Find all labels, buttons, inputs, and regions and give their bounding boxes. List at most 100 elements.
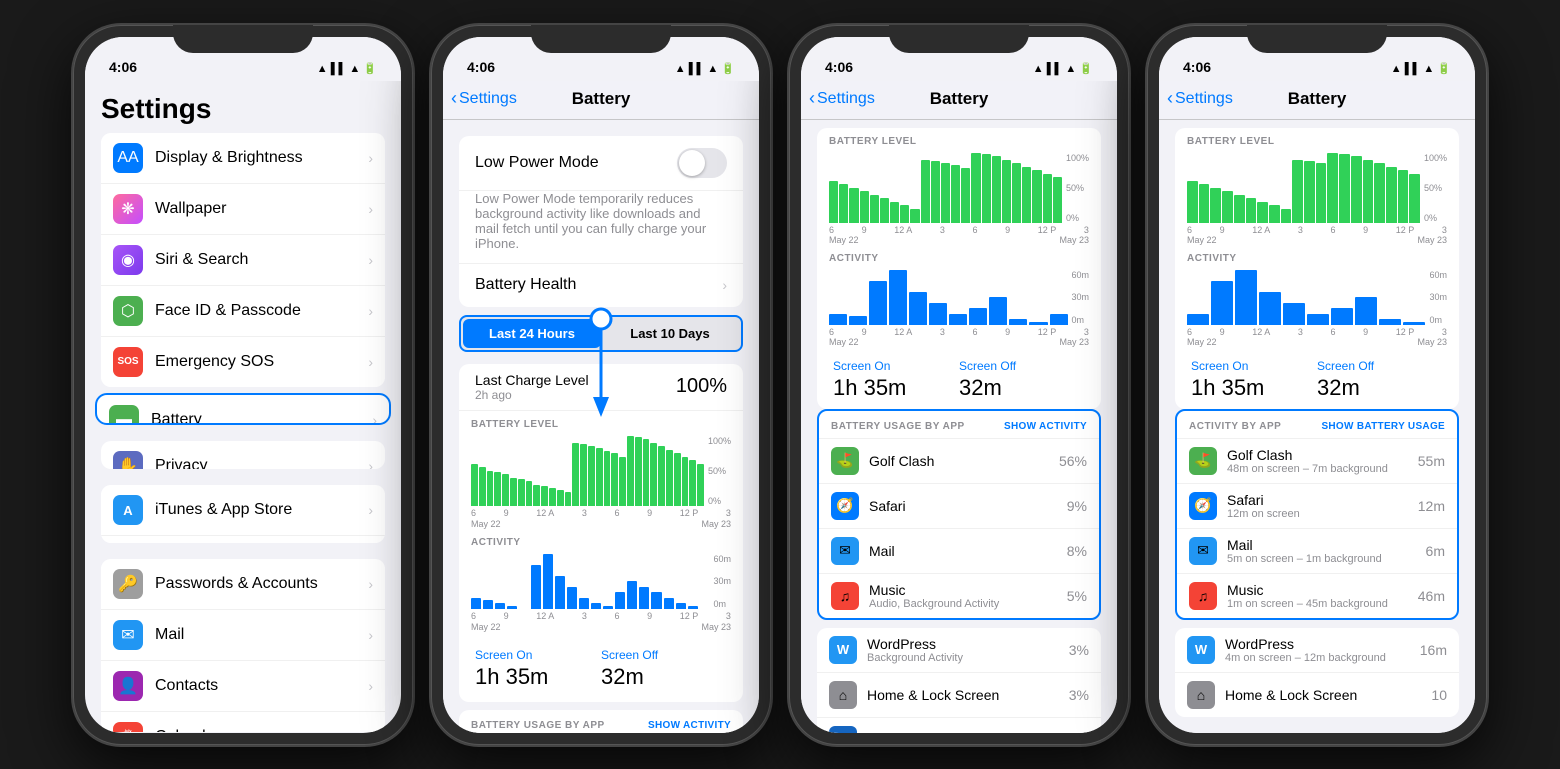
back-button-3[interactable]: ‹ Settings (809, 88, 875, 109)
act-bar (531, 565, 541, 609)
appstore-group: A iTunes & App Store › ◼ Wallet & Apple … (101, 485, 385, 542)
bar (487, 471, 494, 506)
usage-action[interactable]: SHOW ACTIVITY (648, 720, 731, 731)
settings-row-display[interactable]: AA Display & Brightness › (101, 133, 385, 184)
nav-bar-4: ‹ Settings Battery (1159, 81, 1475, 120)
settings-row-contacts[interactable]: 👤 Contacts › (101, 661, 385, 712)
iphone-4: 4:06 ▲ ▌▌ ▲ 🔋 ‹ Settings Battery BATTERY… (1147, 25, 1487, 745)
screen-off-stat: Screen Off 32m (601, 648, 727, 690)
screen-on-stat: Screen On 1h 35m (475, 648, 601, 690)
activity-chart (471, 554, 709, 609)
status-time-3: 4:06 (825, 59, 853, 75)
screen-off-value: 32m (601, 664, 727, 690)
act-row-mail[interactable]: ✉ Mail 5m on screen – 1m background 6m (1177, 529, 1457, 574)
settings-title: Settings (85, 81, 401, 133)
bar (689, 460, 696, 506)
tab-10d[interactable]: Last 10 Days (601, 319, 739, 348)
bar (494, 472, 501, 506)
act-music-icon: ♫ (1189, 582, 1217, 610)
activity-y-axis: 60m 30m 0m (709, 554, 731, 609)
act-row-golf[interactable]: ⛳ Golf Clash 48m on screen – 7m backgrou… (1177, 439, 1457, 484)
wallpaper-icon: ❋ (113, 194, 143, 224)
homelock-icon: ⌂ (829, 681, 857, 709)
usage-header: BATTERY USAGE BY APP SHOW ACTIVITY (459, 710, 743, 733)
battery-chart-label: BATTERY LEVEL (471, 419, 731, 430)
battery-highlighted-row[interactable]: ▬ Battery › (95, 393, 391, 425)
settings-row-wallpaper[interactable]: ❋ Wallpaper › (101, 184, 385, 235)
battery-label: Battery (151, 411, 368, 425)
settings-row-privacy[interactable]: ✋ Privacy › (101, 441, 385, 469)
app-row-music[interactable]: ♫ Music Audio, Background Activity 5% (819, 574, 1099, 618)
settings-row-siri[interactable]: ◉ Siri & Search › (101, 235, 385, 286)
bar (666, 450, 673, 506)
act-wordpress-icon: W (1187, 636, 1215, 664)
nav-title-2: Battery (572, 89, 631, 109)
low-power-row[interactable]: Low Power Mode (459, 136, 743, 191)
settings-row-wallet[interactable]: ◼ Wallet & Apple Pay › (101, 536, 385, 542)
low-power-label: Low Power Mode (475, 154, 599, 172)
settings-row-faceid[interactable]: ⬡ Face ID & Passcode › (101, 286, 385, 337)
activity-by-app-section: ACTIVITY BY APP SHOW BATTERY USAGE ⛳ Gol… (1175, 409, 1459, 620)
battery-health-row[interactable]: Battery Health › (459, 263, 743, 307)
bar (549, 488, 556, 506)
app-row-mail[interactable]: ✉ Mail 8% (819, 529, 1099, 574)
tab-selector: Last 24 Hours Last 10 Days (459, 315, 743, 352)
act-row-safari[interactable]: 🧭 Safari 12m on screen 12m (1177, 484, 1457, 529)
nav-title-3: Battery (930, 89, 989, 109)
privacy-icon: ✋ (113, 451, 143, 469)
back-button-4[interactable]: ‹ Settings (1167, 88, 1233, 109)
show-activity-btn[interactable]: SHOW ACTIVITY (1004, 421, 1087, 432)
bar (518, 479, 525, 506)
settings-row-calendar[interactable]: 📅 Calendar › (101, 712, 385, 733)
act-row-homelock[interactable]: ⌂ Home & Lock Screen 10 (1175, 673, 1459, 717)
contacts-label: Contacts (155, 677, 364, 695)
notch-4 (1247, 25, 1387, 53)
screen-3: 4:06 ▲ ▌▌ ▲ 🔋 ‹ Settings Battery BATTERY… (801, 37, 1117, 733)
bar (650, 443, 657, 506)
act-bar (639, 587, 649, 609)
nav-bar-2: ‹ Settings Battery (443, 81, 759, 120)
settings-row-mail[interactable]: ✉ Mail › (101, 610, 385, 661)
battery-health-chevron: › (722, 277, 727, 293)
act-bar (543, 554, 553, 609)
act-bar (567, 587, 577, 609)
low-power-section: Low Power Mode Low Power Mode temporaril… (459, 136, 743, 307)
back-button-2[interactable]: ‹ Settings (451, 88, 517, 109)
act-row-music[interactable]: ♫ Music 1m on screen – 45m background 46… (1177, 574, 1457, 618)
act-bar (555, 576, 565, 609)
appstore-icon: A (113, 495, 143, 525)
iphone-3: 4:06 ▲ ▌▌ ▲ 🔋 ‹ Settings Battery BATTERY… (789, 25, 1129, 745)
chart-flex-3: 100%50%0% (829, 153, 1089, 223)
bar (643, 439, 650, 506)
mail-label: Mail (155, 626, 364, 644)
settings-row-passwords[interactable]: 🔑 Passwords & Accounts › (101, 559, 385, 610)
activity-label: ACTIVITY (471, 537, 731, 548)
app-row-safari[interactable]: 🧭 Safari 9% (819, 484, 1099, 529)
tab-24h[interactable]: Last 24 Hours (463, 319, 601, 348)
app-row-golf[interactable]: ⛳ Golf Clash 56% (819, 439, 1099, 484)
app-row-wordpress[interactable]: W WordPress Background Activity 3% (817, 628, 1101, 673)
app-row-citi[interactable]: C Citi Mobile 3% (817, 718, 1101, 733)
status-icons-4: ▲ ▌▌ ▲ 🔋 (1391, 62, 1451, 75)
bar (526, 481, 533, 506)
battery-row-inner[interactable]: ▬ Battery › (97, 395, 389, 425)
notch-3 (889, 25, 1029, 53)
settings-row-sos[interactable]: SOS Emergency SOS › (101, 337, 385, 387)
status-time-4: 4:06 (1183, 59, 1211, 75)
privacy-group: ✋ Privacy › (101, 441, 385, 469)
usage-title: BATTERY USAGE BY APP (471, 720, 605, 731)
iphone-2: 4:06 ▲ ▌▌ ▲ 🔋 ‹ Settings Battery Low Pow… (431, 25, 771, 745)
battery-chart-section: BATTERY LEVEL (459, 411, 743, 533)
battery-chart (471, 436, 704, 506)
calendar-label: Calendar (155, 728, 364, 733)
last-charge-value: 100% (676, 375, 727, 398)
act-golf-icon: ⛳ (1189, 447, 1217, 475)
settings-row-appstore[interactable]: A iTunes & App Store › (101, 485, 385, 536)
app-row-homelock[interactable]: ⌂ Home & Lock Screen 3% (817, 673, 1101, 718)
act-row-wordpress[interactable]: W WordPress 4m on screen – 12m backgroun… (1175, 628, 1459, 673)
mail-app-icon: ✉ (831, 537, 859, 565)
battery-icon: ▬ (109, 405, 139, 425)
act-bar (664, 598, 674, 609)
low-power-toggle[interactable] (677, 148, 727, 178)
show-battery-usage-btn[interactable]: SHOW BATTERY USAGE (1321, 421, 1445, 432)
